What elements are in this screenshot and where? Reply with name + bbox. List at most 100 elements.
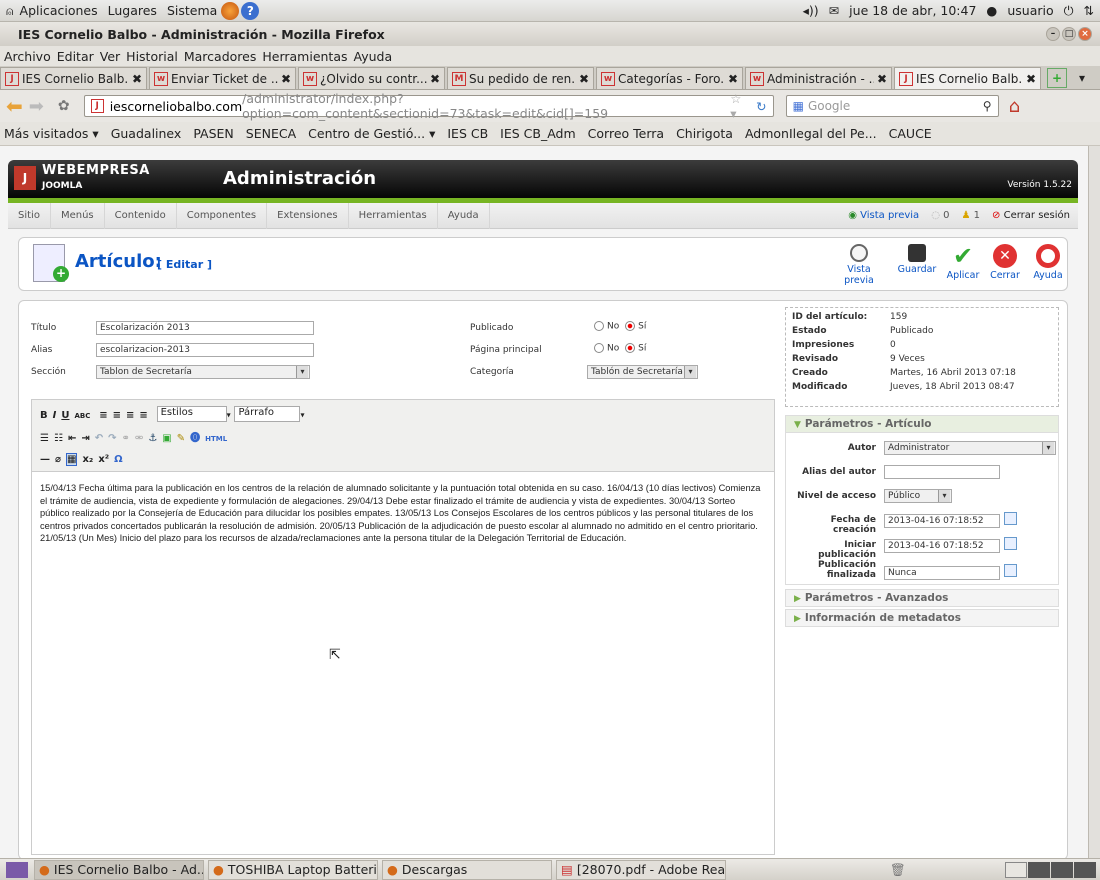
html-icon[interactable]: HTML <box>205 435 227 443</box>
volume-icon[interactable]: ◂)) <box>803 3 819 18</box>
bullet-list-icon[interactable]: ☰ <box>40 433 49 444</box>
tab-list-icon[interactable]: ▾ <box>1079 71 1085 85</box>
bookmark-ies-cb[interactable]: IES CB <box>447 126 488 141</box>
close-tab-icon[interactable]: ✖ <box>281 72 291 86</box>
bookmark-chirigota[interactable]: Chirigota <box>676 126 733 141</box>
image-icon[interactable]: ▣ <box>162 433 171 444</box>
show-desktop-icon[interactable] <box>6 861 28 878</box>
logout-link[interactable]: ⊘ Cerrar sesión <box>992 210 1070 221</box>
jmenu-componentes[interactable]: Componentes <box>177 202 268 229</box>
alias-autor-input[interactable] <box>884 465 1000 479</box>
redo-icon[interactable]: ↷ <box>108 433 116 444</box>
iniciar-publicacion-input[interactable]: 2013-04-16 07:18:52 <box>884 539 1000 553</box>
menu-aplicaciones[interactable]: Aplicaciones <box>20 3 98 18</box>
forward-icon[interactable]: ➡ <box>29 96 44 117</box>
publicado-no-radio[interactable] <box>594 321 604 331</box>
align-left-icon[interactable]: ≡ <box>99 410 107 421</box>
new-tab-icon[interactable]: + <box>1047 68 1067 88</box>
close-tab-icon[interactable]: ✖ <box>728 72 738 86</box>
close-window-icon[interactable]: × <box>1078 27 1092 41</box>
align-right-icon[interactable]: ≡ <box>126 410 134 421</box>
bookmark-star-icon[interactable]: ☆ ▾ <box>730 91 750 121</box>
menu-herramientas[interactable]: Herramientas <box>262 49 347 64</box>
browser-tab[interactable]: w Administración - ... ✖ <box>745 67 892 89</box>
nivel-acceso-select[interactable]: Público <box>884 489 952 503</box>
search-icon[interactable]: ⚲ <box>983 99 992 113</box>
workspace-switcher[interactable] <box>1005 861 1096 878</box>
messages-count[interactable]: ◌ 0 <box>931 210 949 221</box>
jmenu-ayuda[interactable]: Ayuda <box>438 202 490 229</box>
fecha-creacion-input[interactable]: 2013-04-16 07:18:52 <box>884 514 1000 528</box>
italic-icon[interactable]: I <box>53 410 57 421</box>
help-launcher-icon[interactable]: ? <box>241 1 260 20</box>
jmenu-sitio[interactable]: Sitio <box>8 202 51 229</box>
jmenu-extensiones[interactable]: Extensiones <box>267 202 349 229</box>
calendar-icon[interactable] <box>1004 564 1017 577</box>
menu-ver[interactable]: Ver <box>100 49 120 64</box>
preview-button[interactable]: Vista previa <box>833 244 885 286</box>
indent-icon[interactable]: ⇥ <box>81 433 89 444</box>
publicacion-finalizada-input[interactable]: Nunca <box>884 566 1000 580</box>
close-tab-icon[interactable]: ✖ <box>877 72 887 86</box>
bookmark-admonilegal[interactable]: AdmonIlegal del Pe... <box>745 126 877 141</box>
align-center-icon[interactable]: ≡ <box>113 410 121 421</box>
help-editor-icon[interactable]: ⓿ <box>190 429 200 444</box>
dropdown-icon[interactable]: ▾ <box>227 411 231 420</box>
cleanup-icon[interactable]: ✎ <box>177 433 185 444</box>
browser-tab-active[interactable]: J IES Cornelio Balb... ✖ <box>894 67 1041 89</box>
help-button[interactable]: Ayuda <box>1022 244 1074 281</box>
pagina-no-radio[interactable] <box>594 343 604 353</box>
preview-link[interactable]: ◉ Vista previa <box>848 210 919 221</box>
numbered-list-icon[interactable]: ☷ <box>54 433 63 444</box>
menu-marcadores[interactable]: Marcadores <box>184 49 257 64</box>
close-tab-icon[interactable]: ✖ <box>1026 72 1036 86</box>
menu-historial[interactable]: Historial <box>126 49 178 64</box>
titulo-input[interactable]: Escolarización 2013 <box>96 321 314 335</box>
bookmark-pasen[interactable]: PASEN <box>193 126 233 141</box>
anchor-icon[interactable]: ⚓ <box>148 433 157 444</box>
menu-archivo[interactable]: Archivo <box>4 49 51 64</box>
menu-ayuda[interactable]: Ayuda <box>354 49 393 64</box>
menu-editar[interactable]: Editar <box>57 49 94 64</box>
taskbar-item-toshiba[interactable]: ● TOSHIBA Laptop Batteri... <box>208 859 378 880</box>
link-icon[interactable]: ⚭ <box>122 433 130 444</box>
dropdown-icon[interactable]: ▾ <box>300 411 304 420</box>
browser-tab[interactable]: M Su pedido de ren... ✖ <box>447 67 594 89</box>
trash-icon[interactable]: 🗑 <box>890 862 906 878</box>
underline-icon[interactable]: U <box>61 410 69 421</box>
superscript-icon[interactable]: x² <box>98 454 109 465</box>
bookmark-correo-terra[interactable]: Correo Terra <box>588 126 664 141</box>
clock[interactable]: jue 18 de abr, 10:47 <box>849 3 976 18</box>
back-icon[interactable]: ⬅ <box>6 94 23 118</box>
publicado-si-radio[interactable] <box>625 321 636 331</box>
user-menu[interactable]: usuario <box>1007 3 1053 18</box>
bookmark-ies-cb-adm[interactable]: IES CB_Adm <box>500 126 576 141</box>
network-icon[interactable]: ⇅ <box>1084 3 1094 18</box>
editor-body[interactable]: 15/04/13 Fecha última para la publicació… <box>32 472 774 555</box>
browser-tab[interactable]: w ¿Olvido su contr... ✖ <box>298 67 445 89</box>
menu-sistema[interactable]: Sistema <box>167 3 217 18</box>
reload-icon[interactable]: ↻ <box>756 99 766 114</box>
taskbar-item-firefox[interactable]: ● IES Cornelio Balbo - Ad... <box>34 859 204 880</box>
users-count[interactable]: ♟ 1 <box>961 210 980 221</box>
align-justify-icon[interactable]: ≡ <box>139 410 147 421</box>
metadatos-header[interactable]: ▶ Información de metadatos <box>785 609 1059 627</box>
visual-aid-icon[interactable]: ▦ <box>66 453 78 466</box>
jmenu-menus[interactable]: Menús <box>51 202 105 229</box>
jmenu-contenido[interactable]: Contenido <box>105 202 177 229</box>
special-char-icon[interactable]: Ω <box>114 454 123 465</box>
strikethrough-icon[interactable]: ABC <box>74 412 90 420</box>
mail-icon[interactable]: ✉ <box>829 3 839 18</box>
subscript-icon[interactable]: x₂ <box>82 454 93 465</box>
vertical-scrollbar[interactable] <box>1088 146 1100 858</box>
history-icon[interactable]: ✿ <box>58 98 70 114</box>
bookmark-cauce[interactable]: CAUCE <box>889 126 932 141</box>
bookmark-guadalinex[interactable]: Guadalinex <box>111 126 182 141</box>
close-tab-icon[interactable]: ✖ <box>430 72 440 86</box>
search-input[interactable]: ▦ Google ⚲ <box>785 95 999 117</box>
estilos-select[interactable]: Estilos <box>156 406 227 422</box>
jmenu-herramientas[interactable]: Herramientas <box>349 202 438 229</box>
power-icon[interactable]: ⏻ <box>1064 3 1074 19</box>
horizontal-rule-icon[interactable]: — <box>40 454 50 465</box>
unlink-icon[interactable]: ⚮ <box>135 433 143 444</box>
